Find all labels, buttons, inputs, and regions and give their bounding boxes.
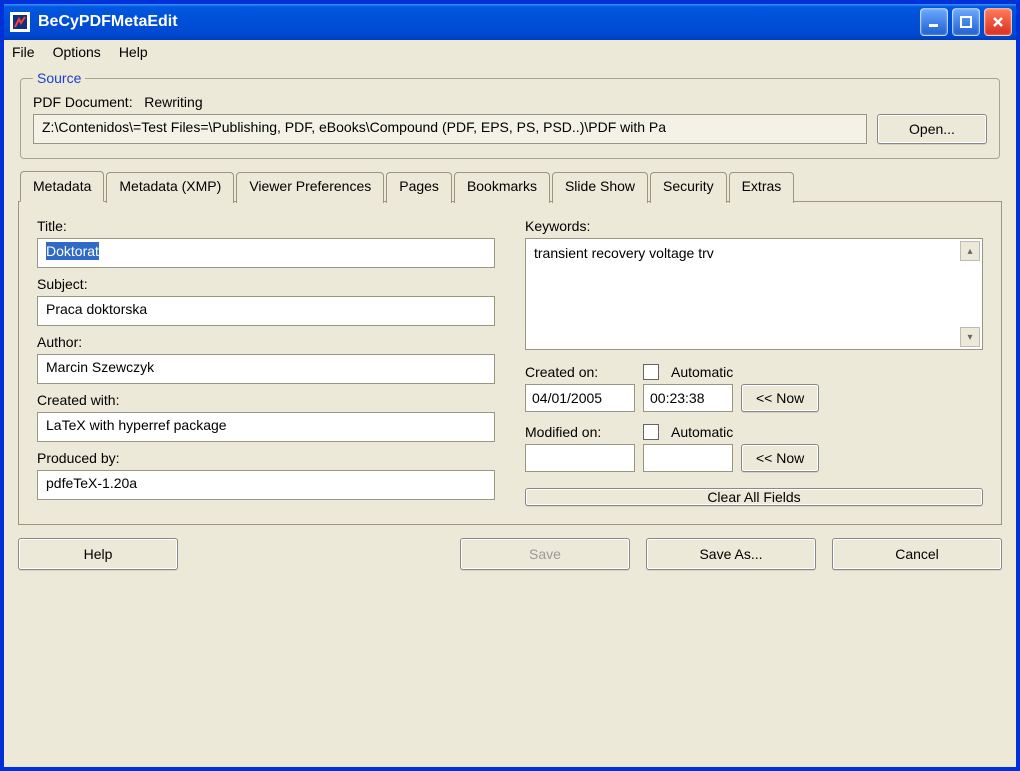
maximize-button[interactable] <box>952 8 980 36</box>
modified-now-button[interactable]: << Now <box>741 444 819 472</box>
source-legend: Source <box>33 70 85 86</box>
created-on-label: Created on: <box>525 364 635 380</box>
tab-security[interactable]: Security <box>650 172 727 203</box>
source-group: Source PDF Document: Rewriting Z:\Conten… <box>20 70 1000 159</box>
created-with-field[interactable]: LaTeX with hyperref package <box>37 412 495 442</box>
modified-date-field[interactable] <box>525 444 635 472</box>
menubar: File Options Help <box>4 40 1016 64</box>
window-title: BeCyPDFMetaEdit <box>38 13 920 31</box>
source-mode: Rewriting <box>144 94 202 110</box>
created-time-field[interactable] <box>643 384 733 412</box>
tab-slide-show[interactable]: Slide Show <box>552 172 648 203</box>
created-automatic-label: Automatic <box>671 364 733 380</box>
open-button[interactable]: Open... <box>877 114 987 144</box>
titlebar: BeCyPDFMetaEdit <box>4 4 1016 40</box>
close-button[interactable] <box>984 8 1012 36</box>
tab-viewer-preferences[interactable]: Viewer Preferences <box>236 172 384 203</box>
subject-field[interactable]: Praca doktorska <box>37 296 495 326</box>
menu-file[interactable]: File <box>12 44 35 60</box>
keywords-scroll-up[interactable]: ▴ <box>960 241 980 261</box>
app-icon <box>10 12 30 32</box>
subject-label: Subject: <box>37 276 495 292</box>
help-button[interactable]: Help <box>18 538 178 570</box>
modified-automatic-label: Automatic <box>671 424 733 440</box>
tabstrip: Metadata Metadata (XMP) Viewer Preferenc… <box>18 171 1002 202</box>
produced-by-field[interactable]: pdfeTeX-1.20a <box>37 470 495 500</box>
tab-metadata[interactable]: Metadata <box>20 171 104 202</box>
metadata-panel: Title: Doktorat Subject: Praca doktorska… <box>18 201 1002 525</box>
cancel-button[interactable]: Cancel <box>832 538 1002 570</box>
author-label: Author: <box>37 334 495 350</box>
clear-all-fields-button[interactable]: Clear All Fields <box>525 488 983 506</box>
title-label: Title: <box>37 218 495 234</box>
bottom-button-bar: Help Save Save As... Cancel <box>18 538 1002 570</box>
produced-by-label: Produced by: <box>37 450 495 466</box>
source-label: PDF Document: <box>33 94 133 110</box>
title-field[interactable]: Doktorat <box>37 238 495 268</box>
modified-on-label: Modified on: <box>525 424 635 440</box>
modified-time-field[interactable] <box>643 444 733 472</box>
tab-extras[interactable]: Extras <box>729 172 795 203</box>
app-window: BeCyPDFMetaEdit File Options Help Source… <box>0 0 1020 771</box>
keywords-value: transient recovery voltage trv <box>534 245 714 261</box>
menu-options[interactable]: Options <box>53 44 101 60</box>
modified-automatic-checkbox[interactable] <box>643 424 659 440</box>
created-now-button[interactable]: << Now <box>741 384 819 412</box>
tab-pages[interactable]: Pages <box>386 172 452 203</box>
minimize-button[interactable] <box>920 8 948 36</box>
tab-metadata-xmp[interactable]: Metadata (XMP) <box>106 172 234 203</box>
menu-help[interactable]: Help <box>119 44 148 60</box>
created-with-label: Created with: <box>37 392 495 408</box>
tab-bookmarks[interactable]: Bookmarks <box>454 172 550 203</box>
keywords-field[interactable]: transient recovery voltage trv ▴ ▾ <box>525 238 983 350</box>
source-path-field[interactable]: Z:\Contenidos\=Test Files=\Publishing, P… <box>33 114 867 144</box>
keywords-scroll-down[interactable]: ▾ <box>960 327 980 347</box>
created-date-field[interactable] <box>525 384 635 412</box>
created-automatic-checkbox[interactable] <box>643 364 659 380</box>
save-button[interactable]: Save <box>460 538 630 570</box>
author-field[interactable]: Marcin Szewczyk <box>37 354 495 384</box>
keywords-label: Keywords: <box>525 218 983 234</box>
save-as-button[interactable]: Save As... <box>646 538 816 570</box>
